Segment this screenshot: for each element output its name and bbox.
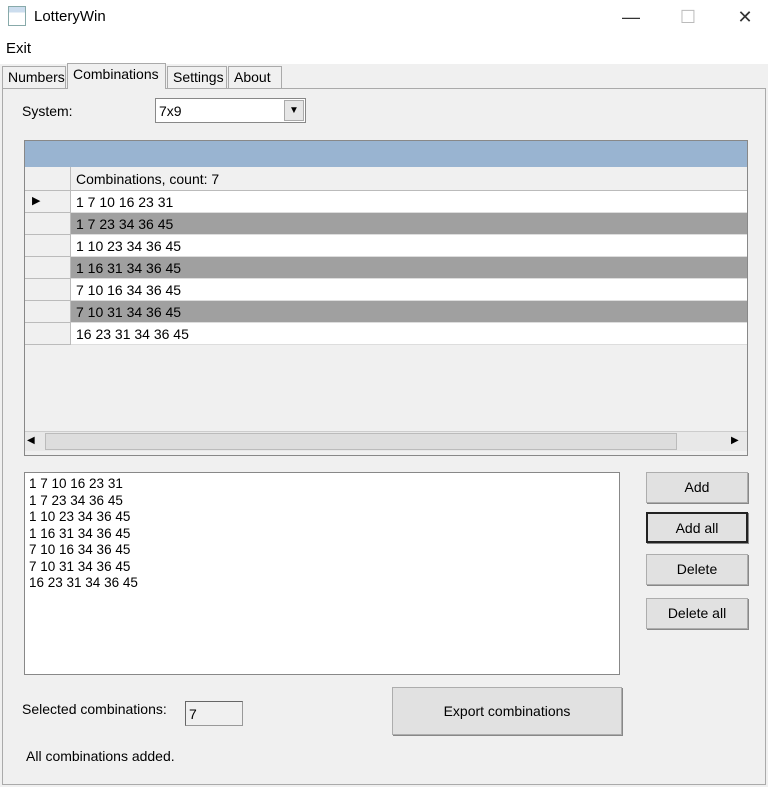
scroll-thumb[interactable] xyxy=(45,433,677,450)
grid-cell[interactable]: 16 23 31 34 36 45 xyxy=(71,323,747,345)
combinations-grid[interactable]: Combinations, count: 7 ▶ 1 7 10 16 23 31 1… xyxy=(24,140,748,456)
row-header[interactable] xyxy=(25,279,71,301)
list-item[interactable]: 1 10 23 34 36 45 xyxy=(29,509,615,526)
horizontal-scrollbar[interactable]: ◀ ▶ xyxy=(25,431,747,451)
grid-cell[interactable]: 1 16 31 34 36 45 xyxy=(71,257,747,279)
minimize-button[interactable]: — xyxy=(608,2,654,32)
system-value: 7x9 xyxy=(159,103,182,119)
scroll-right-icon[interactable]: ▶ xyxy=(731,435,739,446)
grid-cell[interactable]: 7 10 16 34 36 45 xyxy=(71,279,747,301)
delete-all-button[interactable]: Delete all xyxy=(646,598,748,629)
selected-combinations-label: Selected combinations: xyxy=(22,701,167,717)
selected-combinations-field: 7 xyxy=(185,701,243,726)
delete-button[interactable]: Delete xyxy=(646,554,748,585)
tab-numbers[interactable]: Numbers xyxy=(2,66,66,88)
system-select[interactable]: 7x9 ▼ xyxy=(155,98,306,123)
list-item[interactable]: 1 16 31 34 36 45 xyxy=(29,526,615,543)
tab-settings[interactable]: Settings xyxy=(167,66,227,88)
grid-header-row: Combinations, count: 7 xyxy=(25,167,747,191)
row-header[interactable] xyxy=(25,257,71,279)
grid-cell[interactable]: 1 7 10 16 23 31 xyxy=(71,191,747,213)
tab-about[interactable]: About xyxy=(228,66,282,88)
menu-exit[interactable]: Exit xyxy=(6,40,31,57)
row-header[interactable] xyxy=(25,213,71,235)
system-label: System: xyxy=(22,103,73,119)
app-icon xyxy=(8,6,26,26)
menu-bar xyxy=(0,34,768,64)
grid-cell[interactable]: 1 10 23 34 36 45 xyxy=(71,235,747,257)
column-header[interactable]: Combinations, count: 7 xyxy=(76,171,219,187)
tab-combinations[interactable]: Combinations xyxy=(67,63,166,89)
window-title: LotteryWin xyxy=(34,8,106,25)
chevron-down-icon[interactable]: ▼ xyxy=(284,100,304,121)
status-text: All combinations added. xyxy=(26,748,175,764)
export-combinations-button[interactable]: Export combinations xyxy=(392,687,622,735)
list-item[interactable]: 7 10 31 34 36 45 xyxy=(29,559,615,576)
row-header[interactable] xyxy=(25,301,71,323)
list-item[interactable]: 16 23 31 34 36 45 xyxy=(29,575,615,592)
grid-cell[interactable]: 7 10 31 34 36 45 xyxy=(71,301,747,323)
maximize-button[interactable]: ☐ xyxy=(665,2,711,32)
combinations-list[interactable]: 1 7 10 16 23 31 1 7 23 34 36 45 1 10 23 … xyxy=(24,472,620,675)
list-item[interactable]: 7 10 16 34 36 45 xyxy=(29,542,615,559)
grid-empty-area xyxy=(25,345,747,431)
row-header[interactable] xyxy=(25,235,71,257)
row-header[interactable]: ▶ xyxy=(25,191,71,213)
grid-cell[interactable]: 1 7 23 34 36 45 xyxy=(71,213,747,235)
scroll-left-icon[interactable]: ◀ xyxy=(27,435,35,446)
add-all-button[interactable]: Add all xyxy=(646,512,748,543)
current-row-icon: ▶ xyxy=(32,195,41,207)
row-header[interactable] xyxy=(25,323,71,345)
grid-caption xyxy=(25,141,747,167)
list-item[interactable]: 1 7 10 16 23 31 xyxy=(29,476,615,493)
add-button[interactable]: Add xyxy=(646,472,748,503)
list-item[interactable]: 1 7 23 34 36 45 xyxy=(29,493,615,510)
close-button[interactable]: ✕ xyxy=(722,2,768,32)
